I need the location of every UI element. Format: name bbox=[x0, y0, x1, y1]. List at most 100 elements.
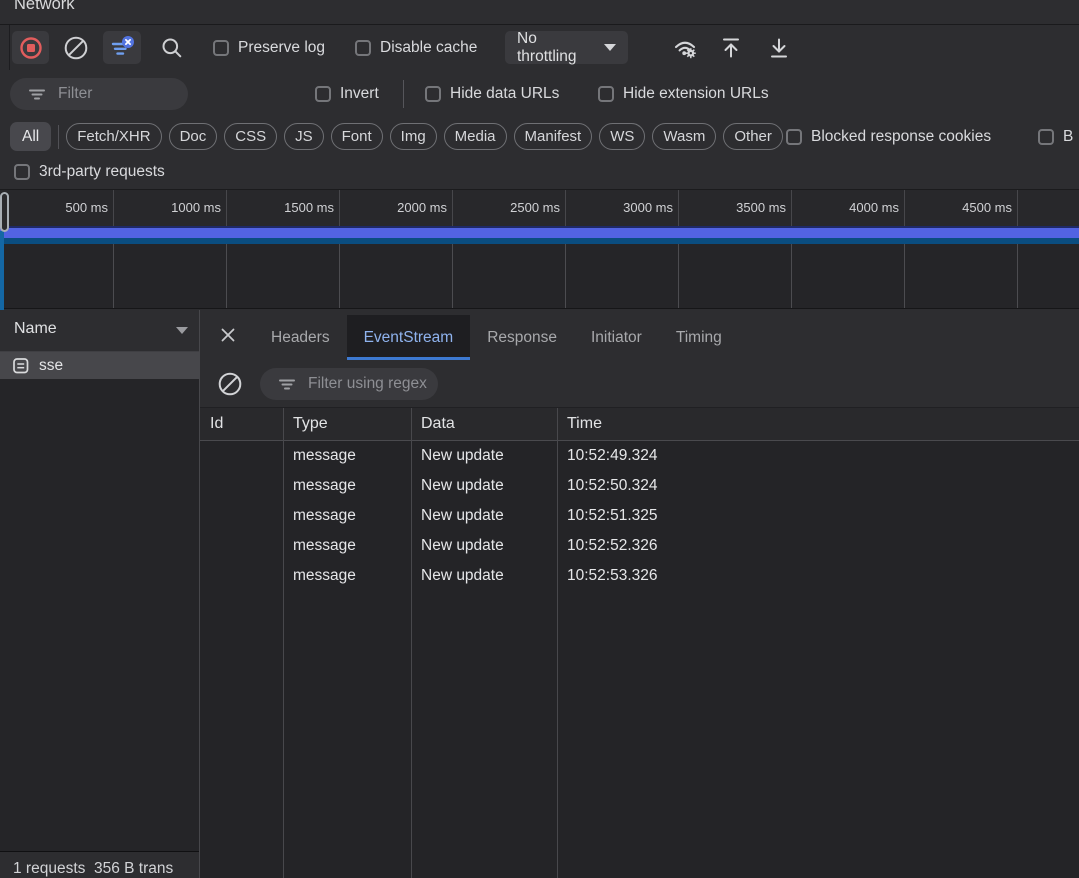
detail-tab-strip: Headers EventStream Response Initiator T… bbox=[200, 310, 1079, 360]
panel-left-border bbox=[9, 25, 10, 70]
funnel-icon bbox=[276, 373, 298, 395]
tick-label: 1500 ms bbox=[230, 200, 334, 215]
tab-headers[interactable]: Headers bbox=[254, 315, 347, 360]
import-har-button[interactable] bbox=[712, 31, 750, 64]
close-detail-button[interactable] bbox=[216, 323, 240, 347]
hide-data-urls-label: Hide data URLs bbox=[450, 85, 559, 103]
event-row[interactable]: message New update 10:52:53.326 bbox=[200, 561, 1079, 591]
network-conditions-button[interactable] bbox=[666, 31, 704, 64]
hide-data-urls-checkbox[interactable] bbox=[425, 86, 441, 102]
event-row[interactable]: message New update 10:52:50.324 bbox=[200, 471, 1079, 501]
overview-grid bbox=[0, 244, 1079, 309]
filter-icon bbox=[109, 35, 135, 61]
type-filter-all[interactable]: All bbox=[10, 122, 51, 151]
tick-label: 1000 ms bbox=[117, 200, 221, 215]
export-har-icon bbox=[766, 35, 792, 61]
eventstream-filter-input[interactable] bbox=[308, 375, 438, 393]
timeline-ruler[interactable]: 500 ms 1000 ms 1500 ms 2000 ms 2500 ms 3… bbox=[0, 190, 1079, 226]
request-detail-pane: Headers EventStream Response Initiator T… bbox=[200, 310, 1079, 878]
tick-label: 4500 ms bbox=[908, 200, 1012, 215]
invert-checkbox[interactable] bbox=[315, 86, 331, 102]
blocked-response-cookies-checkbox[interactable] bbox=[786, 129, 802, 145]
preserve-log-checkbox[interactable] bbox=[213, 40, 229, 56]
tab-initiator[interactable]: Initiator bbox=[574, 315, 659, 360]
hide-extension-urls-label: Hide extension URLs bbox=[623, 85, 769, 103]
network-conditions-icon bbox=[672, 35, 698, 61]
sort-arrow-icon bbox=[176, 327, 188, 334]
tick-label: 2000 ms bbox=[343, 200, 447, 215]
network-filter-input-wrap bbox=[10, 78, 188, 110]
event-row[interactable]: message New update 10:52:49.324 bbox=[200, 441, 1079, 471]
clear-network-log-button[interactable] bbox=[57, 31, 95, 64]
throttling-select[interactable]: No throttling bbox=[505, 31, 628, 64]
blocked-requests-checkbox[interactable] bbox=[1038, 129, 1054, 145]
invert-label: Invert bbox=[340, 85, 379, 103]
request-row-sse[interactable]: sse bbox=[0, 352, 199, 379]
network-panel: Network bbox=[0, 0, 1079, 878]
type-filter-css[interactable]: CSS bbox=[224, 123, 277, 150]
disable-cache-checkbox[interactable] bbox=[355, 40, 371, 56]
filter-bar: Invert Hide data URLs Hide extension URL… bbox=[0, 70, 1079, 118]
hide-extension-urls-group: Hide extension URLs bbox=[598, 70, 769, 118]
event-row[interactable]: message New update 10:52:52.326 bbox=[200, 531, 1079, 561]
type-filter-img[interactable]: Img bbox=[390, 123, 437, 150]
clear-icon bbox=[63, 35, 89, 61]
tab-eventstream[interactable]: EventStream bbox=[347, 315, 471, 360]
hide-extension-urls-checkbox[interactable] bbox=[598, 86, 614, 102]
requests-sidebar: Name sse 1 requests 356 B trans bbox=[0, 310, 200, 878]
type-filter-ws[interactable]: WS bbox=[599, 123, 645, 150]
eventstream-rows: message New update 10:52:49.324 message … bbox=[200, 441, 1079, 878]
eventstream-toolbar bbox=[200, 360, 1079, 408]
column-header-data[interactable]: Data bbox=[411, 408, 557, 440]
type-filter-media[interactable]: Media bbox=[444, 123, 507, 150]
eventstream-filter-wrap bbox=[260, 368, 438, 400]
blocked-response-cookies-label: Blocked response cookies bbox=[811, 128, 991, 146]
eventstream-table: Id Type Data Time message New update 10:… bbox=[200, 408, 1079, 878]
request-list: sse bbox=[0, 352, 199, 851]
tick-label: 3000 ms bbox=[569, 200, 673, 215]
network-summary-bar: 1 requests 356 B trans bbox=[0, 851, 199, 878]
invert-group: Invert bbox=[315, 70, 379, 118]
import-har-icon bbox=[718, 35, 744, 61]
clear-icon bbox=[217, 371, 243, 397]
preserve-log-group: Preserve log bbox=[213, 25, 325, 70]
search-button[interactable] bbox=[153, 31, 191, 64]
disable-cache-label: Disable cache bbox=[380, 39, 477, 57]
overview-request-bar[interactable] bbox=[0, 226, 1079, 244]
network-toolbar: Preserve log Disable cache No throttling bbox=[0, 25, 1079, 70]
record-button[interactable] bbox=[12, 31, 49, 64]
type-filter-js[interactable]: JS bbox=[284, 123, 324, 150]
column-header-id[interactable]: Id bbox=[200, 408, 283, 440]
tick-label: 3500 ms bbox=[682, 200, 786, 215]
overview-selection-edge bbox=[0, 231, 4, 310]
clear-events-button[interactable] bbox=[217, 371, 243, 397]
type-filter-fetch-xhr[interactable]: Fetch/XHR bbox=[66, 123, 161, 150]
third-party-checkbox[interactable] bbox=[14, 164, 30, 180]
blocked-requests-group: B bbox=[1038, 118, 1073, 155]
tick-label: 500 ms bbox=[4, 200, 108, 215]
request-type-filters: All Fetch/XHR Doc CSS JS Font Img Media … bbox=[0, 118, 1079, 155]
column-header-time[interactable]: Time bbox=[557, 408, 1079, 440]
blocked-cookies-group: Blocked response cookies bbox=[786, 118, 991, 155]
export-har-button[interactable] bbox=[760, 31, 798, 64]
requests-split-view: Name sse 1 requests 356 B trans bbox=[0, 310, 1079, 878]
type-filter-wasm[interactable]: Wasm bbox=[652, 123, 716, 150]
throttling-value: No throttling bbox=[517, 30, 594, 66]
network-filter-input[interactable] bbox=[58, 85, 188, 103]
type-filter-manifest[interactable]: Manifest bbox=[514, 123, 593, 150]
filter-toggle-button[interactable] bbox=[103, 31, 141, 64]
type-filter-doc[interactable]: Doc bbox=[169, 123, 218, 150]
type-filter-font[interactable]: Font bbox=[331, 123, 383, 150]
tab-timing[interactable]: Timing bbox=[659, 315, 739, 360]
type-filter-other[interactable]: Other bbox=[723, 123, 783, 150]
tab-response[interactable]: Response bbox=[470, 315, 574, 360]
third-party-label: 3rd-party requests bbox=[39, 163, 165, 181]
close-icon bbox=[218, 325, 238, 345]
event-row[interactable]: message New update 10:52:51.325 bbox=[200, 501, 1079, 531]
third-party-group: 3rd-party requests bbox=[14, 155, 165, 189]
chip-separator bbox=[58, 125, 59, 149]
tick-label: 2500 ms bbox=[456, 200, 560, 215]
name-column-header[interactable]: Name bbox=[0, 310, 199, 352]
column-header-type[interactable]: Type bbox=[283, 408, 411, 440]
overview-drag-handle[interactable] bbox=[0, 192, 9, 232]
